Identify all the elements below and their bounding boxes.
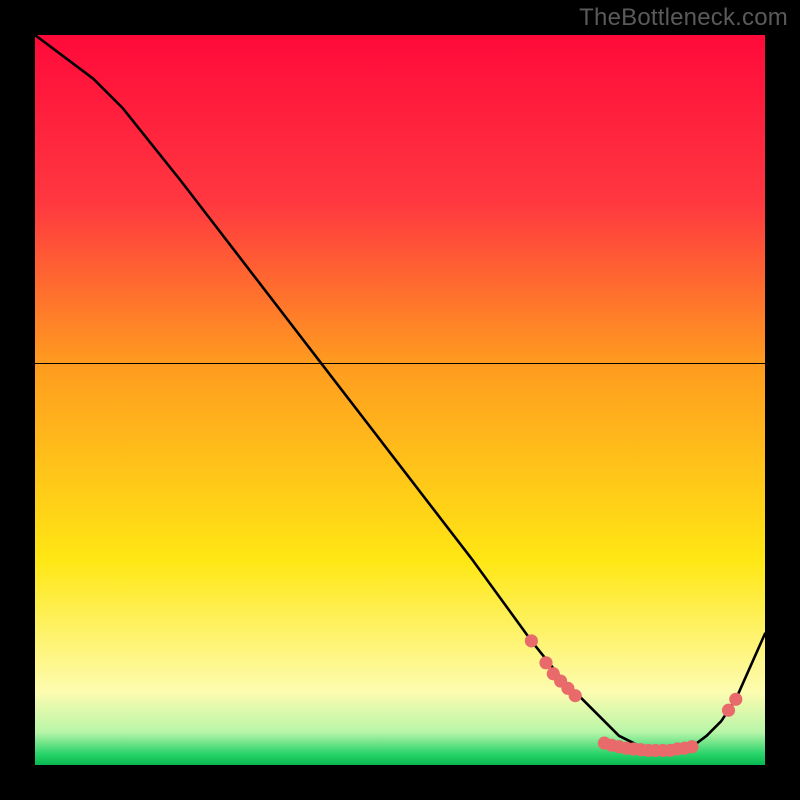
marker-dot [729,693,742,706]
curve-svg [35,35,765,765]
marker-dot [539,656,552,669]
recommendation-markers [525,634,743,757]
chart-frame: TheBottleneck.com [0,0,800,800]
marker-dot [685,740,698,753]
watermark-text: TheBottleneck.com [579,4,788,32]
bottleneck-curve [35,35,765,750]
marker-dot [525,634,538,647]
marker-dot [722,704,735,717]
marker-dot [569,689,582,702]
plot-area [35,35,765,765]
